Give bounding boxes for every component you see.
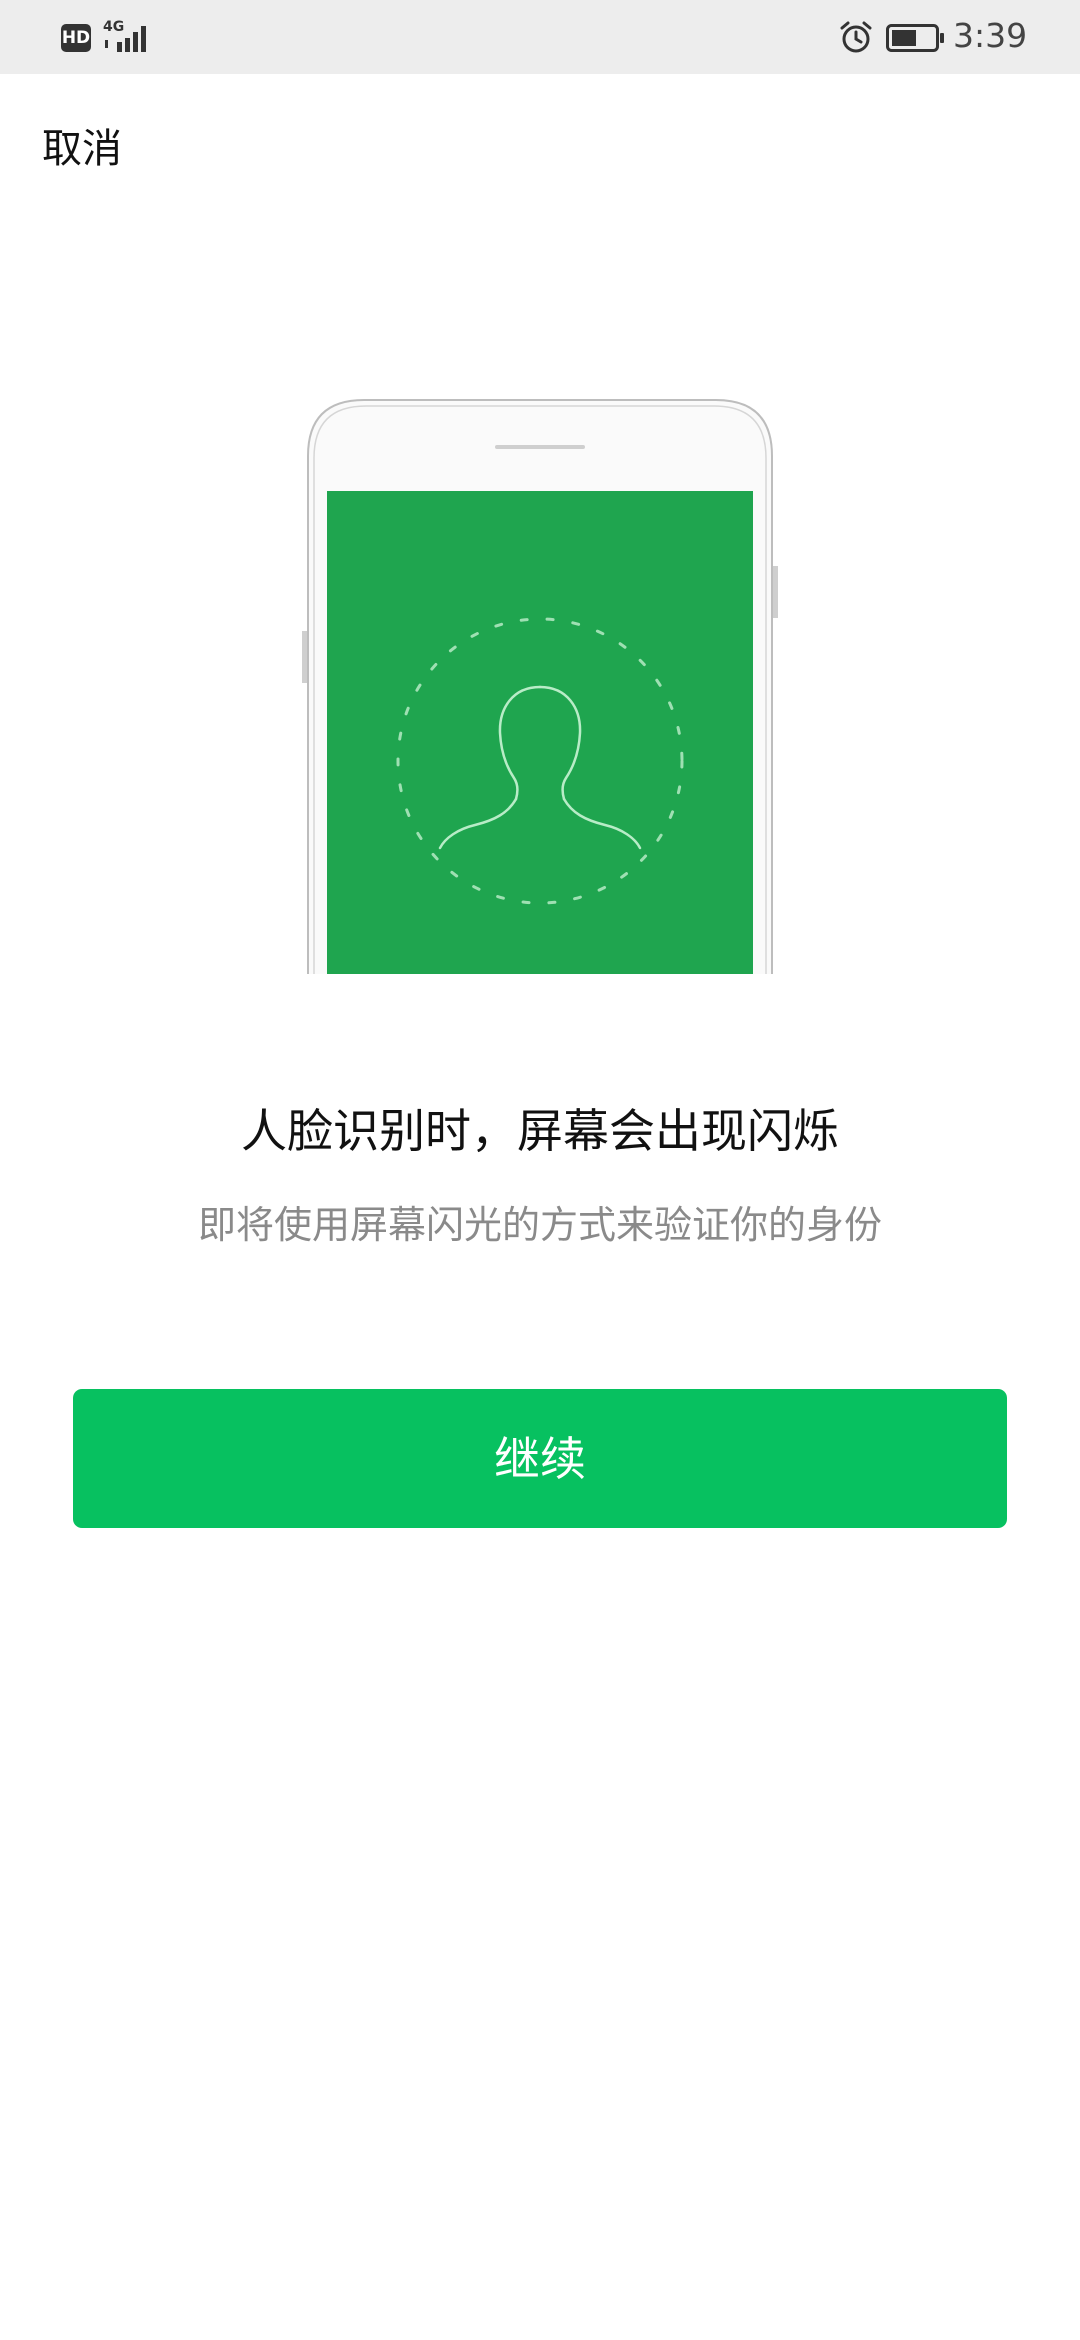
hd-icon: HD [61,24,91,52]
status-bar: HD 4G 3:39 [0,0,1080,74]
face-scan-icon [302,399,778,974]
face-verification-screen: HD 4G 3:39 取消 人脸识别时，屏幕会出现闪烁 即将使用屏幕闪光的方式来… [0,0,1080,2340]
alarm-icon [840,21,872,53]
continue-button[interactable]: 继续 [73,1389,1007,1528]
headline: 人脸识别时，屏幕会出现闪烁 [241,1104,839,1158]
battery-icon [886,24,944,52]
signal-icon [105,26,146,52]
status-time: 3:39 [953,16,1028,55]
cancel-button[interactable]: 取消 [42,116,122,174]
subline: 即将使用屏幕闪光的方式来验证你的身份 [197,1203,882,1247]
